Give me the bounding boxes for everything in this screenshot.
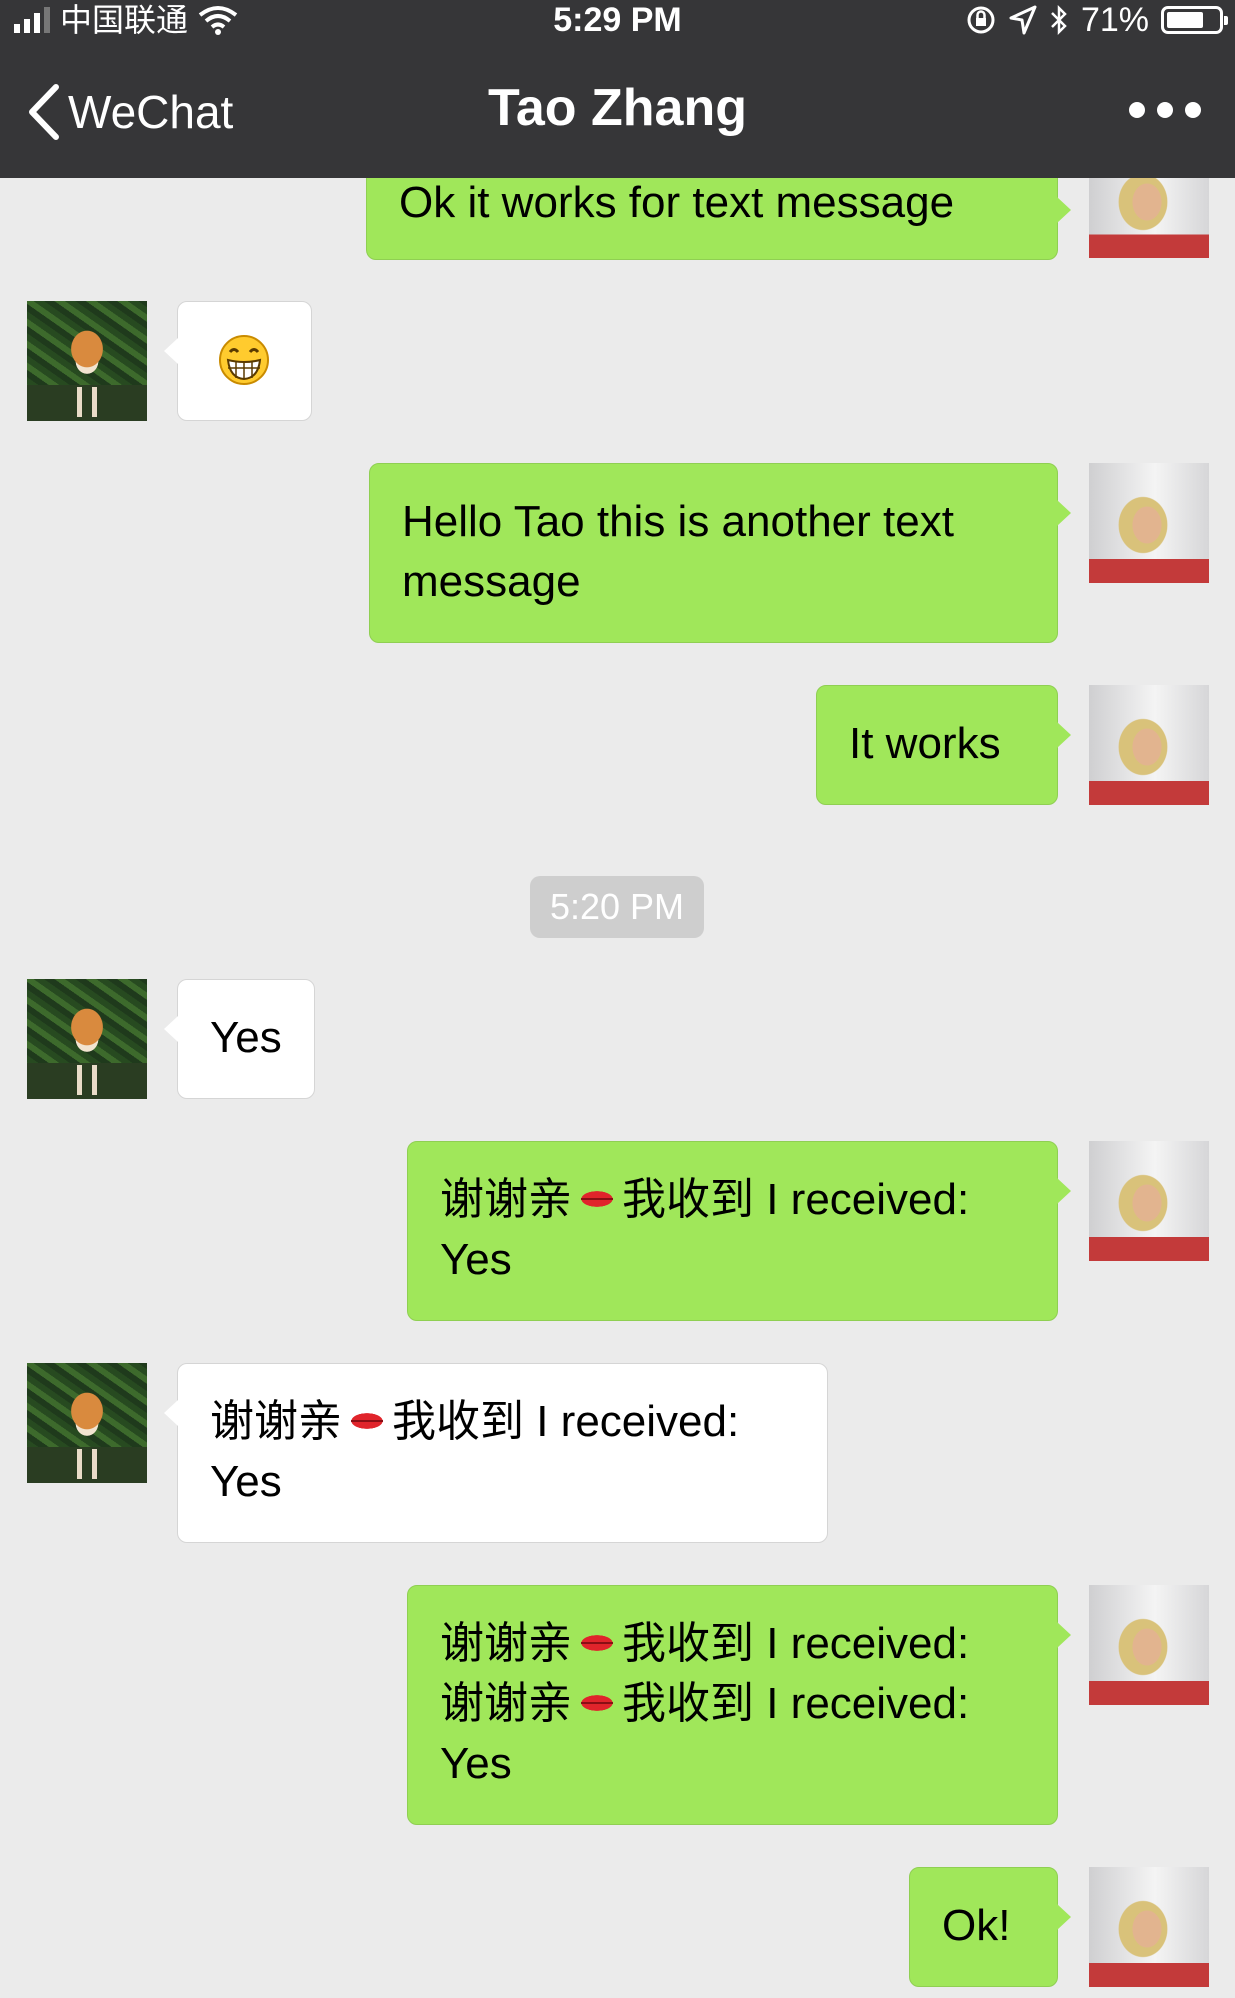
message-bubble-sent[interactable]: Hello Tao this is another text message (369, 463, 1071, 643)
top-bar: 中国联通 5:29 PM 71% WeChat Tao Zhang (0, 0, 1235, 178)
status-bar: 中国联通 5:29 PM 71% (0, 0, 1235, 40)
message-text-line: message (402, 557, 581, 606)
more-icon[interactable] (1129, 102, 1201, 118)
my-avatar[interactable] (1089, 1867, 1209, 1987)
message-bubble-sent[interactable]: Ok! (909, 1867, 1071, 1987)
navigation-bar: WeChat Tao Zhang (0, 60, 1235, 166)
message-bubble-received[interactable]: 谢谢亲 我收到 I received: Yes (164, 1363, 828, 1543)
contact-avatar[interactable] (27, 1363, 147, 1483)
message-text-line: 谢谢亲 我收到 I received: (440, 1679, 970, 1728)
battery-percent: 71% (1080, 1, 1149, 39)
message-text: Yes (210, 1013, 282, 1062)
lips-emoji-icon (345, 1410, 389, 1433)
bluetooth-icon (1051, 4, 1067, 36)
battery-icon (1161, 6, 1228, 34)
lips-emoji-icon (575, 1692, 619, 1715)
location-arrow-icon (1009, 5, 1037, 35)
lips-emoji-icon (575, 1632, 619, 1655)
message-text-line: 谢谢亲 我收到 I received: (440, 1175, 970, 1224)
message-text: Ok! (942, 1901, 1011, 1950)
chat-title: Tao Zhang (487, 79, 747, 137)
contact-avatar[interactable] (27, 301, 147, 421)
message-text-line: Yes (440, 1235, 512, 1284)
message-text-line: Hello Tao this is another text (402, 497, 954, 546)
lips-emoji-icon (575, 1188, 619, 1211)
message-text: Ok it works for text message (399, 178, 955, 227)
my-avatar[interactable] (1089, 685, 1209, 805)
message-bubble-sent[interactable]: It works (816, 685, 1071, 805)
timestamp-divider: 5:20 PM (530, 876, 704, 938)
contact-avatar[interactable] (27, 979, 147, 1099)
message-bubble-received[interactable] (164, 301, 312, 421)
message-bubble-sent[interactable]: 谢谢亲 我收到 I received: Yes (407, 1141, 1071, 1321)
message-bubble-sent[interactable]: 谢谢亲 我收到 I received: 谢谢亲 我收到 I received: Ye… (407, 1585, 1071, 1825)
battery-fill (1167, 12, 1203, 28)
grinning-face-icon (219, 335, 269, 385)
message-text-line: 谢谢亲 我收到 I received: (440, 1619, 970, 1668)
message-text-line: 谢谢亲 我收到 I received: (210, 1397, 740, 1446)
message-text-line: Yes (210, 1457, 282, 1506)
message-text: It works (849, 719, 1001, 768)
orientation-lock-icon (967, 6, 995, 34)
message-text-line: Yes (440, 1739, 512, 1788)
message-bubble-received[interactable]: Yes (164, 979, 315, 1099)
my-avatar[interactable] (1089, 463, 1209, 583)
my-avatar[interactable] (1089, 1141, 1209, 1261)
my-avatar[interactable] (1089, 1585, 1209, 1705)
